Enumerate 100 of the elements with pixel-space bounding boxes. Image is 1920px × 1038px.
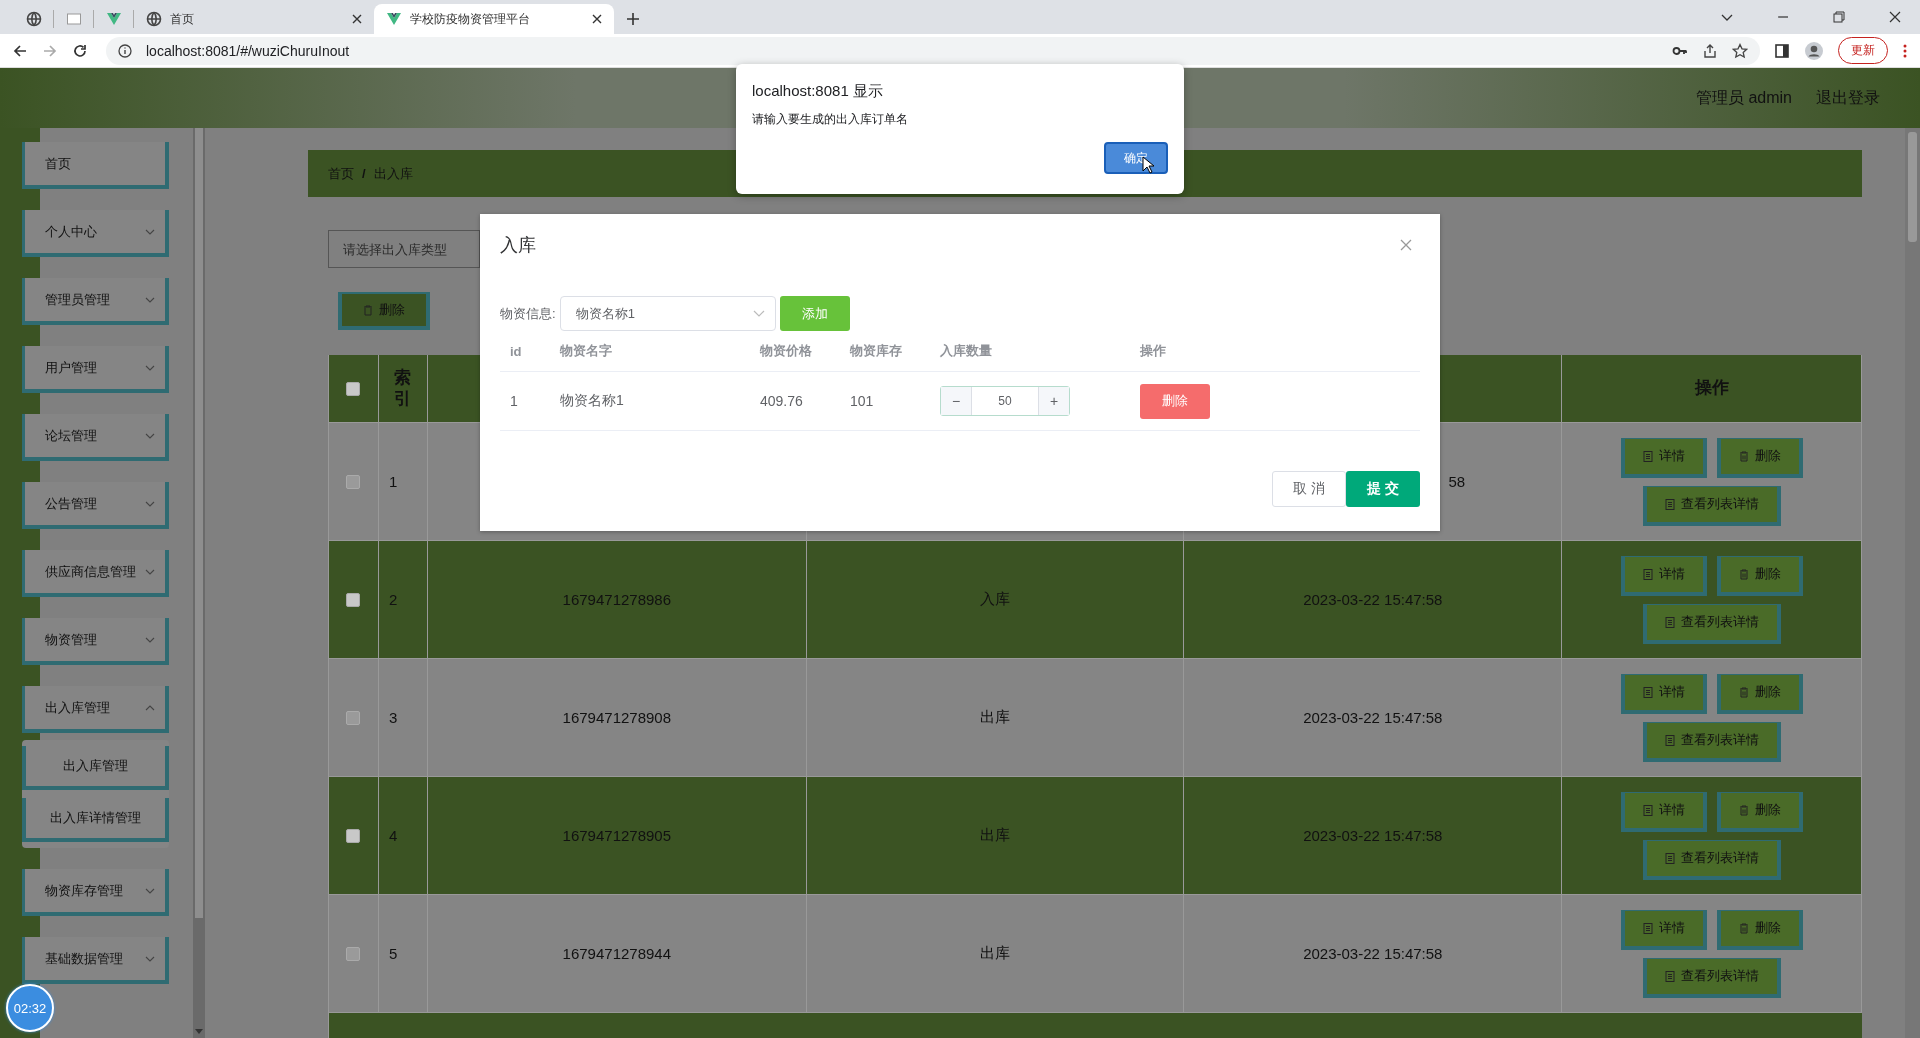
close-icon[interactable] (592, 14, 602, 24)
checkbox[interactable] (346, 946, 361, 961)
share-icon[interactable] (1702, 42, 1718, 59)
table-cell: 1679471278944 (562, 945, 672, 962)
table-cell: 1 (510, 393, 518, 409)
checkbox[interactable] (346, 710, 361, 725)
action-button[interactable]: 删除 (1716, 791, 1803, 832)
action-button[interactable]: 查看列表详情 (1642, 603, 1781, 644)
action-button[interactable]: 删除 (1716, 673, 1803, 714)
document-icon (1664, 970, 1675, 982)
column-header: 物资名字 (560, 343, 612, 358)
close-icon[interactable] (352, 14, 362, 24)
scrollbar[interactable] (1905, 128, 1920, 1038)
table-cell: 1679471278908 (562, 709, 672, 726)
action-button[interactable]: 详情 (1620, 673, 1707, 714)
checkbox[interactable] (346, 474, 361, 489)
document-icon (1664, 616, 1675, 628)
increment-button[interactable]: + (1039, 387, 1069, 415)
trash-icon (1738, 450, 1749, 462)
menu-item[interactable]: 物资管理 (22, 618, 169, 665)
scrollbar[interactable] (193, 128, 205, 1038)
table-cell: 4 (388, 827, 398, 844)
address-field[interactable]: localhost:8081/#/wuziChuruInout (106, 36, 1760, 65)
menu-item[interactable]: 用户管理 (22, 346, 169, 393)
checkbox[interactable] (346, 381, 361, 396)
ok-button[interactable]: 确定 (1104, 142, 1168, 174)
menu-item[interactable]: 管理员管理 (22, 278, 169, 325)
action-button[interactable]: 删除 (1716, 437, 1803, 478)
star-icon[interactable] (1732, 42, 1748, 59)
field-label: 物资信息: (500, 304, 556, 323)
column-header: 操作 (1694, 378, 1729, 399)
action-button[interactable]: 详情 (1620, 555, 1707, 596)
table-cell: 1 (388, 473, 398, 490)
document-icon (1642, 804, 1653, 816)
action-button[interactable]: 查看列表详情 (1642, 485, 1781, 526)
decrement-button[interactable]: − (941, 387, 971, 415)
plus-icon[interactable] (626, 12, 640, 26)
user-name: 管理员 admin (1695, 87, 1792, 108)
select-field[interactable]: 物资名称1 (559, 296, 776, 331)
breadcrumb-separator: / (362, 166, 366, 181)
table-cell: 58 (1448, 473, 1466, 490)
menu-item[interactable]: 出入库管理 (22, 686, 169, 733)
close-icon[interactable] (1888, 10, 1902, 24)
action-button[interactable]: 删除 (1716, 909, 1803, 950)
action-button[interactable]: 查看列表详情 (1642, 839, 1781, 880)
checkbox[interactable] (346, 828, 361, 843)
menu-item[interactable]: 供应商信息管理 (22, 550, 169, 597)
menu-item[interactable]: 首页 (22, 142, 169, 189)
menu-item[interactable]: 基础数据管理 (22, 937, 169, 984)
v-logo-icon (105, 11, 122, 27)
action-button[interactable]: 详情 (1620, 791, 1707, 832)
submit-button[interactable]: 提 交 (1346, 471, 1420, 507)
action-button[interactable]: 查看列表详情 (1642, 721, 1781, 762)
table-cell: 2023-03-22 15:47:58 (1303, 945, 1443, 962)
action-button[interactable]: 详情 (1620, 437, 1707, 478)
delete-button[interactable]: 删除 (338, 292, 430, 330)
action-button[interactable]: 详情 (1620, 909, 1707, 950)
submenu-item[interactable]: 出入库详情管理 (22, 798, 169, 842)
column-header: 物资库存 (850, 343, 902, 358)
menu-item[interactable]: 个人中心 (22, 210, 169, 257)
browser-tab[interactable]: 学校防疫物资管理平台 (374, 4, 614, 34)
restore-icon[interactable] (1832, 10, 1846, 24)
table-cell: 出库 (980, 826, 1011, 845)
document-icon (1664, 852, 1675, 864)
dialog-title: 入库 (500, 234, 536, 257)
cancel-button[interactable]: 取 消 (1272, 471, 1346, 507)
action-button[interactable]: 查看列表详情 (1642, 957, 1781, 998)
blank-page-icon (65, 11, 82, 27)
logout-link[interactable]: 退出登录 (1816, 87, 1880, 109)
profile-icon[interactable] (1804, 40, 1824, 61)
update-button[interactable]: 更新 (1838, 37, 1888, 64)
breadcrumb-link[interactable]: 出入库 (373, 164, 413, 183)
globe-icon (25, 11, 42, 27)
browser-tab[interactable]: 首页 (134, 4, 374, 34)
search-field[interactable]: 请选择出入库类型 (328, 230, 480, 268)
submenu-item[interactable]: 出入库管理 (22, 746, 169, 790)
table-cell: 1679471278986 (562, 591, 672, 608)
reload-icon[interactable] (72, 42, 88, 59)
action-button[interactable]: 删除 (1716, 555, 1803, 596)
table-cell: 1679471278905 (562, 827, 672, 844)
document-icon (1642, 568, 1653, 580)
breadcrumb-link[interactable]: 首页 (328, 164, 354, 183)
menu-item[interactable]: 论坛管理 (22, 414, 169, 461)
add-button[interactable]: 添加 (779, 296, 850, 331)
table-cell: 5 (388, 945, 398, 962)
document-icon (1664, 498, 1675, 510)
document-icon (1642, 922, 1653, 934)
checkbox[interactable] (346, 592, 361, 607)
trash-icon (1738, 804, 1749, 816)
menu-item[interactable]: 公告管理 (22, 482, 169, 529)
alert-title: localhost:8081 显示 (752, 82, 884, 101)
info-icon[interactable] (118, 43, 132, 58)
delete-button[interactable]: 删除 (1140, 383, 1210, 419)
chevron-icon (752, 310, 765, 317)
more-icon[interactable] (1902, 42, 1908, 59)
menu-item[interactable]: 物资库存管理 (22, 869, 169, 916)
back-arrow-icon[interactable] (12, 42, 28, 59)
side-panel-icon[interactable] (1774, 42, 1790, 59)
table-cell: 409.76 (760, 393, 803, 409)
globe-icon (146, 11, 162, 27)
